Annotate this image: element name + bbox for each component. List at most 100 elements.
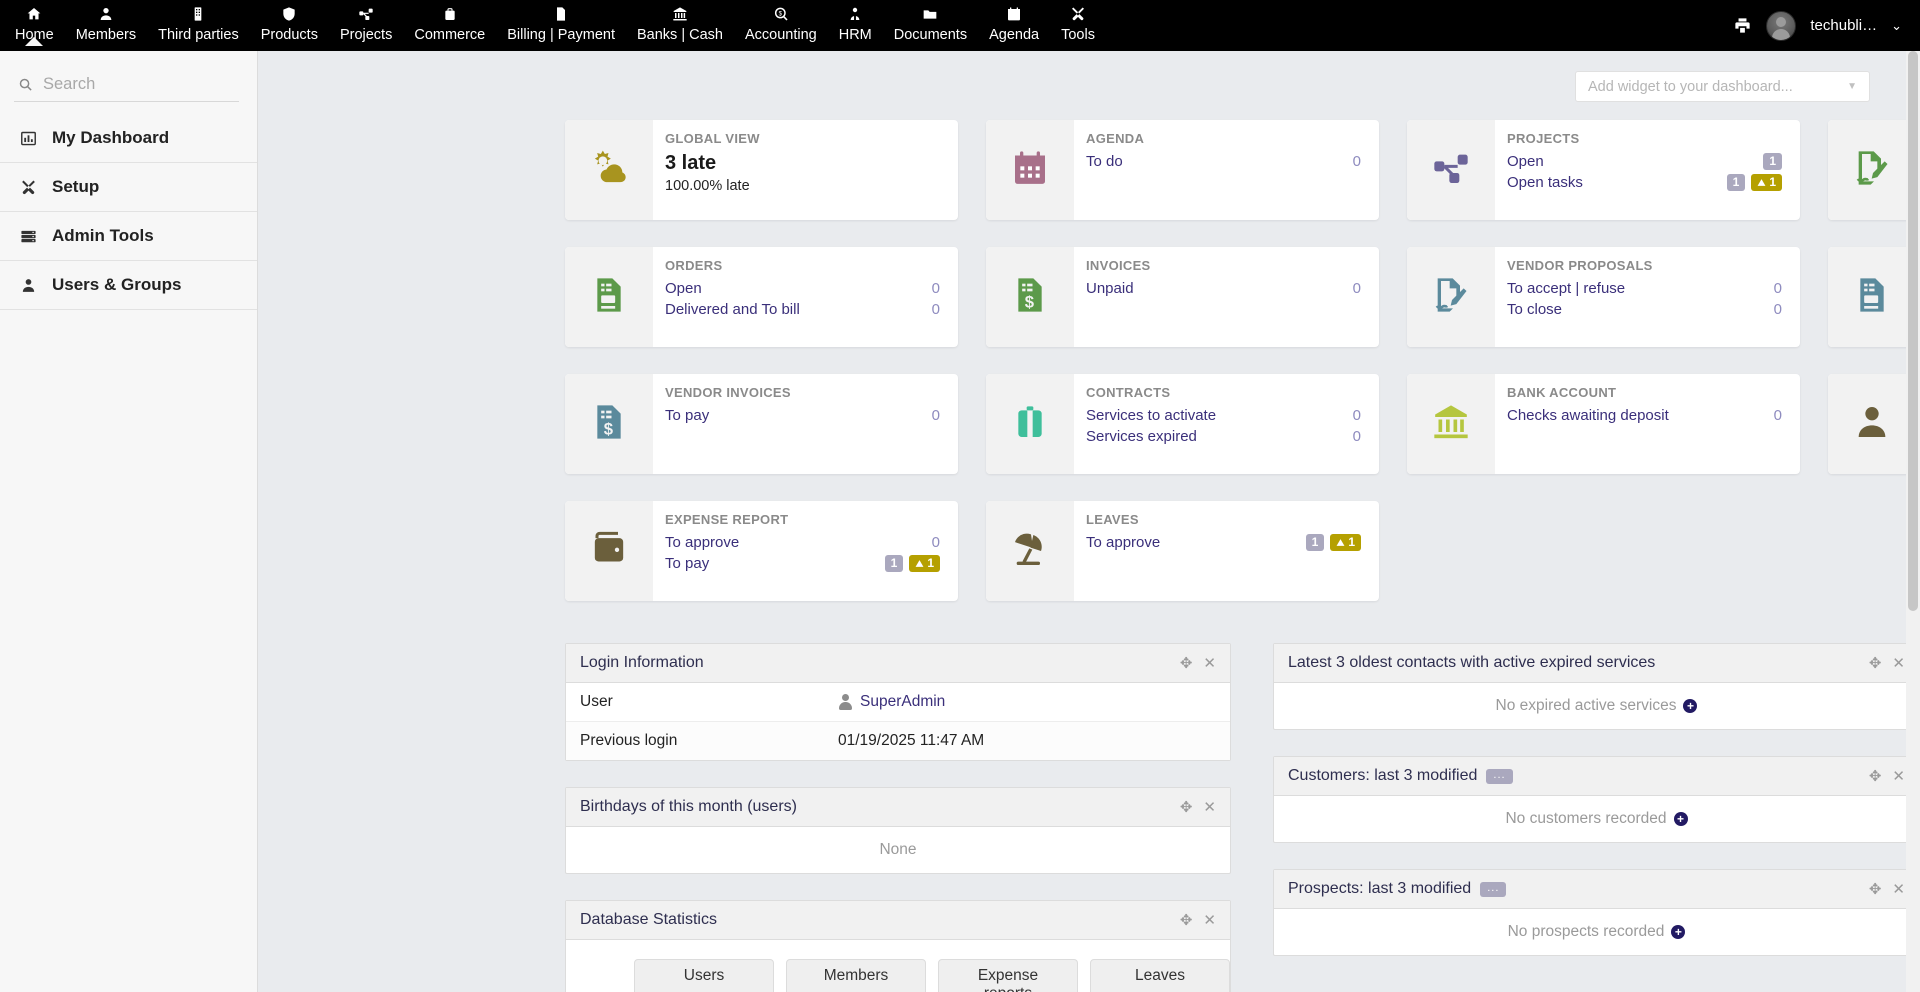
box-row-link[interactable]: Checks awaiting deposit [1507, 405, 1669, 426]
add-icon[interactable]: + [1683, 699, 1698, 713]
empty-message: No prospects recorded + [1274, 909, 1919, 955]
box-row-link[interactable]: To approve [1086, 532, 1160, 553]
sidebar-item-admin-tools[interactable]: Admin Tools [0, 212, 257, 261]
box-row-link[interactable]: Open [1507, 151, 1544, 172]
box-row-link[interactable]: Delivered and To bill [665, 299, 800, 320]
box-row-link[interactable]: Services to activate [1086, 405, 1216, 426]
box-row: Services expired 0 [1086, 426, 1365, 447]
dashboard-box-leaves[interactable]: LEAVES To approve 1 1 [986, 501, 1379, 601]
warning-badge[interactable]: 1 [1751, 174, 1782, 191]
warning-badge[interactable]: 1 [1330, 534, 1361, 551]
move-icon[interactable]: ✥ [1180, 913, 1193, 928]
add-icon[interactable]: + [1671, 925, 1686, 939]
search-input[interactable] [43, 75, 263, 94]
scrollbar-thumb[interactable] [1908, 51, 1918, 611]
close-icon[interactable]: ✕ [1203, 913, 1216, 928]
box-row-link[interactable]: Open [665, 278, 702, 299]
more-icon[interactable]: ... [1486, 768, 1513, 784]
topmenu-item-accounting[interactable]: $ Accounting [734, 0, 828, 45]
add-icon[interactable]: + [1673, 812, 1688, 826]
panel-header: Login Information ✥ ✕ [566, 644, 1230, 683]
dashboard-box-expense-report[interactable]: EXPENSE REPORT To approve 0 To pay 1 1 [565, 501, 958, 601]
box-row-link[interactable]: Open tasks [1507, 172, 1583, 193]
more-icon[interactable]: ... [1480, 881, 1507, 897]
user-icon [18, 277, 38, 294]
box-icon-area [986, 374, 1074, 474]
count-badge[interactable]: 1 [884, 555, 904, 572]
warning-badge[interactable]: 1 [909, 555, 940, 572]
box-row-link[interactable]: To pay [665, 553, 709, 574]
sidebar-item-users-groups[interactable]: Users & Groups [0, 261, 257, 310]
box-row-link[interactable]: To pay [665, 405, 709, 426]
stat-tab-members[interactable]: Members [786, 959, 926, 992]
topmenu-item-third-parties[interactable]: Third parties [147, 0, 250, 45]
close-icon[interactable]: ✕ [1892, 656, 1905, 671]
sidebar-item-my-dashboard[interactable]: My Dashboard [0, 114, 257, 163]
panel-header: Database Statistics ✥ ✕ [566, 901, 1230, 940]
move-icon[interactable]: ✥ [1869, 656, 1882, 671]
box-row-link[interactable]: To accept | refuse [1507, 278, 1625, 299]
chevron-down-icon[interactable]: ⌄ [1891, 19, 1902, 32]
move-icon[interactable]: ✥ [1180, 800, 1193, 815]
topmenu-item-commerce[interactable]: Commerce [403, 0, 496, 45]
close-icon[interactable]: ✕ [1203, 656, 1216, 671]
topmenu-item-label: Projects [339, 27, 393, 43]
dashboard-box-bank-account[interactable]: BANK ACCOUNT Checks awaiting deposit 0 [1407, 374, 1800, 474]
dashboard-box-orders[interactable]: ORDERS Open 0 Delivered and To bill 0 [565, 247, 958, 347]
box-row-link[interactable]: To approve [665, 532, 739, 553]
printer-icon[interactable] [1733, 16, 1752, 35]
box-title: LEAVES [1086, 512, 1139, 527]
topmenu-item-projects[interactable]: Projects [329, 0, 403, 45]
topmenu-item-agenda[interactable]: Agenda [978, 0, 1050, 45]
user-link[interactable]: SuperAdmin [860, 693, 945, 711]
count-badge[interactable]: 1 [1305, 534, 1325, 551]
sidebar-item-setup[interactable]: Setup [0, 163, 257, 212]
topmenu-item-documents[interactable]: Documents [883, 0, 978, 45]
add-widget-select[interactable]: Add widget to your dashboard... ▼ [1575, 71, 1870, 102]
box-row-link[interactable]: Unpaid [1086, 278, 1134, 299]
box-primary-value: 3 late [665, 152, 717, 174]
count-badge[interactable]: 1 [1763, 153, 1782, 170]
avatar[interactable] [1766, 10, 1797, 41]
topmenu-item-tools[interactable]: Tools [1050, 0, 1106, 45]
box-icon-area [1828, 247, 1916, 347]
username-label[interactable]: techubli… [1810, 17, 1877, 34]
move-icon[interactable]: ✥ [1180, 656, 1193, 671]
topmenu-item-products[interactable]: Products [250, 0, 329, 45]
search-box[interactable]: ▼ [14, 71, 284, 102]
panel-header: Birthdays of this month (users) ✥ ✕ [566, 788, 1230, 827]
box-row: Checks awaiting deposit 0 [1507, 405, 1786, 426]
stat-tab-leaves[interactable]: Leaves [1090, 959, 1230, 992]
move-icon[interactable]: ✥ [1869, 769, 1882, 784]
box-row-link[interactable]: To close [1507, 299, 1562, 320]
topmenu-item-home[interactable]: Home [4, 0, 65, 45]
order-doc-icon [1852, 275, 1892, 320]
dashboard-box-vendor-invoices[interactable]: $ VENDOR INVOICES To pay 0 [565, 374, 958, 474]
panel-title: Database Statistics [580, 911, 717, 928]
dashboard-box-global-view[interactable]: GLOBAL VIEW 3 late 100.00% late [565, 120, 958, 220]
bank-icon [1431, 402, 1471, 447]
dashboard-box-projects[interactable]: PROJECTS Open 1 Open tasks 1 1 [1407, 120, 1800, 220]
dashboard-box-invoices[interactable]: $ INVOICES Unpaid 0 [986, 247, 1379, 347]
dashboard-box-agenda[interactable]: AGENDA To do 0 [986, 120, 1379, 220]
close-icon[interactable]: ✕ [1892, 882, 1905, 897]
topmenu-item-members[interactable]: Members [65, 0, 147, 45]
box-body: EXPENSE REPORT To approve 0 To pay 1 1 [653, 501, 958, 601]
topmenu-item-hrm[interactable]: HRM [828, 0, 883, 45]
calendar-icon [1010, 148, 1050, 193]
vertical-scrollbar[interactable] [1906, 51, 1920, 992]
stat-tab-users[interactable]: Users [634, 959, 774, 992]
count-badge[interactable]: 1 [1726, 174, 1746, 191]
dashboard-box-contracts[interactable]: CONTRACTS Services to activate 0 Services e… [986, 374, 1379, 474]
topmenu-item-banks-cash[interactable]: Banks | Cash [626, 0, 734, 45]
stat-tab-expense-reports[interactable]: Expense reports [938, 959, 1078, 992]
move-icon[interactable]: ✥ [1869, 882, 1882, 897]
box-row-link[interactable]: Services expired [1086, 426, 1197, 447]
topmenu-item-billing-payment[interactable]: Billing | Payment [496, 0, 626, 45]
box-row-link[interactable]: To do [1086, 151, 1123, 172]
close-icon[interactable]: ✕ [1203, 800, 1216, 815]
dashboard-box-vendor-proposals[interactable]: VENDOR PROPOSALS To accept | refuse 0 To cl… [1407, 247, 1800, 347]
box-body: VENDOR PROPOSALS To accept | refuse 0 To cl… [1495, 247, 1800, 347]
close-icon[interactable]: ✕ [1892, 769, 1905, 784]
row-value: 0 [931, 534, 940, 551]
